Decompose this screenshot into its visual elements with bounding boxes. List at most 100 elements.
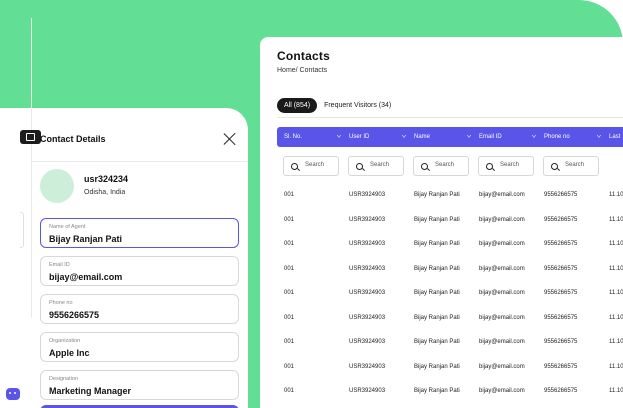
table-cell: Bijay Ranjan Pati [414, 290, 460, 296]
column-header-user-id[interactable]: User ID V [349, 127, 406, 147]
details-title: Contact Details [40, 134, 106, 144]
table-cell: 11.10.2 [609, 241, 623, 247]
table-row[interactable]: 001 USR3924903 Bijay Ranjan Pati bijay@emai… [277, 339, 623, 359]
table-header: Sl. No. V User ID V Name V Email ID V Ph… [277, 127, 623, 147]
table-row[interactable]: 001 USR3924903 Bijay Ranjan Pati bijay@emai… [277, 388, 623, 408]
bot-icon[interactable] [6, 388, 20, 400]
column-header-phone[interactable]: Phone no V [544, 127, 601, 147]
table-cell: 9556266575 [544, 290, 578, 296]
designation-field[interactable]: Designation Marketing Manager [40, 370, 239, 400]
table-cell: 9556266575 [544, 192, 578, 198]
table-cell: 11.10.2 [609, 363, 623, 370]
table-cell: Bijay Ranjan Pati [414, 314, 460, 321]
table-cell: 9556266575 [544, 265, 578, 272]
search-icon [421, 163, 428, 170]
table-cell: 001 [284, 290, 295, 296]
field-label: Email ID [49, 262, 70, 268]
breadcrumb: Home/ Contacts [277, 67, 328, 74]
column-header-name[interactable]: Name V [414, 127, 471, 147]
field-value: Marketing Manager [49, 386, 132, 396]
search-icon [291, 163, 298, 170]
table-cell: Bijay Ranjan Pati [414, 388, 460, 394]
table-cell: 001 [284, 363, 295, 370]
chevron-down-icon[interactable]: V [532, 131, 536, 143]
column-header-last[interactable]: Last [609, 127, 620, 147]
tab-all[interactable]: All (854) [277, 97, 318, 113]
table-cell: bijay@email.com [479, 241, 525, 247]
email-field[interactable]: Email ID bijay@email.com [40, 256, 239, 286]
user-id: usr324234 [84, 174, 129, 184]
chevron-down-icon[interactable]: V [402, 131, 406, 143]
table-cell: 001 [284, 339, 295, 345]
field-value: Bijay Ranjan Pati [49, 234, 123, 244]
table-row[interactable]: 001 USR3924903 Bijay Ranjan Pati bijay@emai… [277, 192, 623, 212]
table-cell: USR3924903 [349, 241, 386, 247]
table-row[interactable]: 001 USR3924903 Bijay Ranjan Pati bijay@emai… [277, 241, 623, 261]
table-cell: 001 [284, 216, 295, 223]
close-icon[interactable] [222, 131, 238, 147]
chevron-down-icon[interactable]: V [337, 131, 341, 143]
search-input-email[interactable]: Search [478, 156, 534, 176]
column-header-sl-no[interactable]: Sl. No. V [284, 127, 341, 147]
table-cell: bijay@email.com [479, 388, 525, 394]
organization-field[interactable]: Organization Apple Inc [40, 332, 239, 362]
field-value: Apple Inc [49, 348, 90, 358]
avatar [40, 169, 74, 203]
table-cell: 001 [284, 265, 295, 272]
table-row[interactable]: 001 USR3924903 Bijay Ranjan Pati bijay@emai… [277, 364, 623, 384]
table-row[interactable]: 001 USR3924903 Bijay Ranjan Pati bijay@emai… [277, 266, 623, 286]
table-cell: 11.10.2 [609, 339, 623, 345]
table-cell: USR3924903 [349, 388, 386, 394]
tab-divider [277, 117, 623, 118]
table-cell: bijay@email.com [479, 339, 525, 345]
table-cell: USR3924903 [349, 216, 386, 223]
table-cell: bijay@email.com [479, 265, 525, 272]
tab-frequent-visitors[interactable]: Frequent Visitors (34) [317, 98, 398, 113]
table-cell: 9556266575 [544, 388, 578, 394]
table-cell: USR3924903 [349, 363, 386, 370]
chevron-down-icon[interactable]: V [467, 131, 471, 143]
field-label: Name of Agent [49, 224, 86, 230]
table-cell: 9556266575 [544, 216, 578, 223]
table-cell: bijay@email.com [479, 290, 525, 296]
table-cell: 9556266575 [544, 363, 578, 370]
table-cell: 11.10.2 [609, 216, 623, 223]
search-input-sl-no[interactable]: Search [283, 156, 339, 176]
table-cell: USR3924903 [349, 290, 386, 296]
search-icon [551, 163, 558, 170]
table-cell: 001 [284, 388, 295, 394]
table-cell: 11.10.2 [609, 265, 623, 272]
table-cell: Bijay Ranjan Pati [414, 216, 460, 223]
left-rail [20, 18, 32, 318]
phone-field[interactable]: Phone no 9556266575 [40, 294, 239, 324]
chevron-down-icon[interactable]: V [597, 131, 601, 143]
table-cell: 11.10.2 [609, 192, 623, 198]
table-cell: bijay@email.com [479, 216, 525, 223]
user-location: Odisha, India [84, 189, 126, 196]
search-icon [486, 163, 493, 170]
details-divider [32, 161, 248, 162]
search-input-name[interactable]: Search [413, 156, 469, 176]
field-label: Designation [49, 376, 79, 382]
field-label: Organization [49, 338, 81, 344]
ticket-icon[interactable] [20, 130, 41, 144]
table-row[interactable]: 001 USR3924903 Bijay Ranjan Pati bijay@emai… [277, 290, 623, 310]
table-cell: 001 [284, 314, 295, 321]
search-icon [356, 163, 363, 170]
table-cell: 9556266575 [544, 314, 578, 321]
search-input-user-id[interactable]: Search [348, 156, 404, 176]
agent-name-field[interactable]: Name of Agent Bijay Ranjan Pati [40, 218, 239, 248]
app-stage: Contacts Home/ Contacts All (854) Freque… [0, 0, 623, 408]
table-cell: bijay@email.com [479, 363, 525, 370]
table-cell: 11.10.2 [609, 388, 623, 394]
table-cell: 001 [284, 241, 295, 247]
table-cell: bijay@email.com [479, 192, 525, 198]
table-cell: Bijay Ranjan Pati [414, 192, 460, 198]
column-header-email[interactable]: Email ID V [479, 127, 536, 147]
table-row[interactable]: 001 USR3924903 Bijay Ranjan Pati bijay@emai… [277, 315, 623, 335]
search-input-phone[interactable]: Search [543, 156, 599, 176]
table-row[interactable]: 001 USR3924903 Bijay Ranjan Pati bijay@emai… [277, 217, 623, 237]
tab-bar: All (854) Frequent Visitors (34) [277, 97, 398, 113]
table-cell: 001 [284, 192, 295, 198]
table-cell: 11.10.2 [609, 314, 623, 321]
